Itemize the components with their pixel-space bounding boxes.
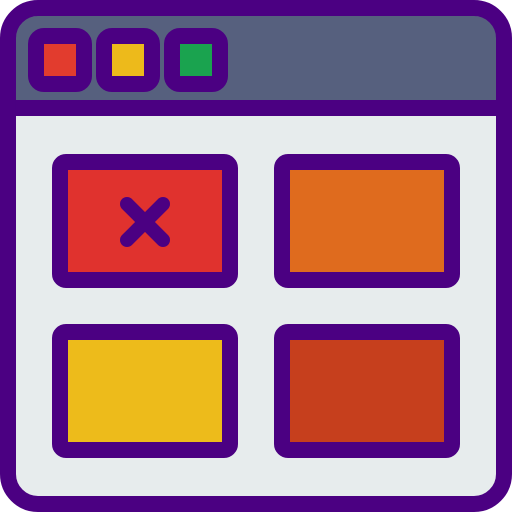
browser-window-icon bbox=[0, 0, 512, 512]
window-controls bbox=[28, 28, 228, 92]
title-bar-divider bbox=[8, 100, 504, 116]
tile-bottom-left[interactable] bbox=[52, 324, 238, 458]
minimize-dot[interactable] bbox=[96, 28, 160, 92]
tile-bottom-right[interactable] bbox=[274, 324, 460, 458]
maximize-dot[interactable] bbox=[164, 28, 228, 92]
browser-window-grid-error-icon bbox=[0, 0, 512, 512]
close-dot[interactable] bbox=[28, 28, 92, 92]
tile-top-right[interactable] bbox=[274, 154, 460, 288]
